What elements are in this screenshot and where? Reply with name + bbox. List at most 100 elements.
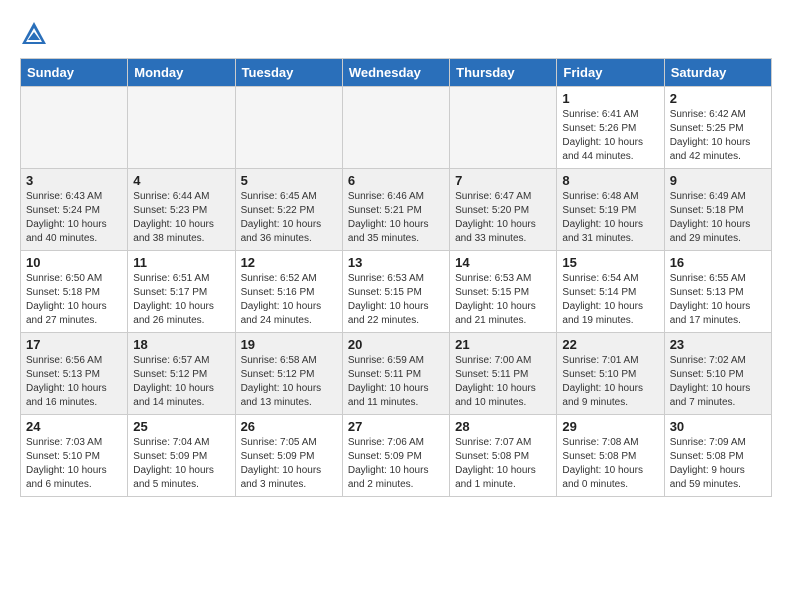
day-number: 23 [670,337,766,352]
calendar-week-row: 24 Sunrise: 7:03 AM Sunset: 5:10 PM Dayli… [21,415,772,497]
weekday-header: Monday [128,59,235,87]
day-info: Sunrise: 6:45 AM Sunset: 5:22 PM Dayligh… [241,190,337,246]
day-info: Sunrise: 7:01 AM Sunset: 5:10 PM Dayligh… [562,354,658,410]
day-number: 24 [26,419,122,434]
calendar-cell: 25 Sunrise: 7:04 AM Sunset: 5:09 PM Dayli… [128,415,235,497]
day-number: 15 [562,255,658,270]
calendar-cell: 21Sunrise: 7:00 AM Sunset: 5:11 PM Dayli… [450,333,557,415]
calendar-cell [342,87,449,169]
calendar-cell: 23 Sunrise: 7:02 AM Sunset: 5:10 PM Dayli… [664,333,771,415]
calendar-week-row: 3 Sunrise: 6:43 AM Sunset: 5:24 PM Daylig… [21,169,772,251]
day-number: 28 [455,419,551,434]
day-number: 20 [348,337,444,352]
calendar-cell: 17 Sunrise: 6:56 AM Sunset: 5:13 PM Dayli… [21,333,128,415]
day-info: Sunrise: 6:54 AM Sunset: 5:14 PM Dayligh… [562,272,658,328]
day-number: 12 [241,255,337,270]
calendar-week-row: 17 Sunrise: 6:56 AM Sunset: 5:13 PM Dayli… [21,333,772,415]
calendar-cell: 15 Sunrise: 6:54 AM Sunset: 5:14 PM Dayli… [557,251,664,333]
calendar-cell: 18Sunrise: 6:57 AM Sunset: 5:12 PM Dayli… [128,333,235,415]
calendar-cell: 16 Sunrise: 6:55 AM Sunset: 5:13 PM Dayli… [664,251,771,333]
day-info: Sunrise: 7:04 AM Sunset: 5:09 PM Dayligh… [133,436,229,492]
day-number: 29 [562,419,658,434]
day-info: Sunrise: 6:53 AM Sunset: 5:15 PM Dayligh… [348,272,444,328]
calendar-cell: 29 Sunrise: 7:08 AM Sunset: 5:08 PM Dayli… [557,415,664,497]
day-number: 13 [348,255,444,270]
logo-icon [20,20,48,48]
calendar-cell [235,87,342,169]
weekday-header: Thursday [450,59,557,87]
day-info: Sunrise: 6:47 AM Sunset: 5:20 PM Dayligh… [455,190,551,246]
day-info: Sunrise: 6:52 AM Sunset: 5:16 PM Dayligh… [241,272,337,328]
day-info: Sunrise: 6:56 AM Sunset: 5:13 PM Dayligh… [26,354,122,410]
calendar-cell: 9 Sunrise: 6:49 AM Sunset: 5:18 PM Daylig… [664,169,771,251]
day-info: Sunrise: 6:55 AM Sunset: 5:13 PM Dayligh… [670,272,766,328]
calendar: SundayMondayTuesdayWednesdayThursdayFrid… [20,58,772,497]
day-number: 9 [670,173,766,188]
day-number: 27 [348,419,444,434]
calendar-cell: 2 Sunrise: 6:42 AM Sunset: 5:25 PM Daylig… [664,87,771,169]
logo [20,20,52,48]
weekday-header: Wednesday [342,59,449,87]
day-number: 26 [241,419,337,434]
day-info: Sunrise: 6:50 AM Sunset: 5:18 PM Dayligh… [26,272,122,328]
day-number: 4 [133,173,229,188]
calendar-header-row: SundayMondayTuesdayWednesdayThursdayFrid… [21,59,772,87]
day-info: Sunrise: 6:51 AM Sunset: 5:17 PM Dayligh… [133,272,229,328]
calendar-cell: 27 Sunrise: 7:06 AM Sunset: 5:09 PM Dayli… [342,415,449,497]
calendar-week-row: 10 Sunrise: 6:50 AM Sunset: 5:18 PM Dayli… [21,251,772,333]
calendar-cell: 1 Sunrise: 6:41 AM Sunset: 5:26 PM Daylig… [557,87,664,169]
day-info: Sunrise: 6:43 AM Sunset: 5:24 PM Dayligh… [26,190,122,246]
calendar-cell: 20 Sunrise: 6:59 AM Sunset: 5:11 PM Dayli… [342,333,449,415]
day-number: 11 [133,255,229,270]
day-info: Sunrise: 6:46 AM Sunset: 5:21 PM Dayligh… [348,190,444,246]
day-number: 21 [455,337,551,352]
calendar-cell: 5Sunrise: 6:45 AM Sunset: 5:22 PM Daylig… [235,169,342,251]
day-info: Sunrise: 7:08 AM Sunset: 5:08 PM Dayligh… [562,436,658,492]
weekday-header: Tuesday [235,59,342,87]
day-number: 8 [562,173,658,188]
weekday-header: Sunday [21,59,128,87]
day-info: Sunrise: 7:06 AM Sunset: 5:09 PM Dayligh… [348,436,444,492]
day-info: Sunrise: 7:09 AM Sunset: 5:08 PM Dayligh… [670,436,766,492]
day-info: Sunrise: 6:49 AM Sunset: 5:18 PM Dayligh… [670,190,766,246]
calendar-cell: 11 Sunrise: 6:51 AM Sunset: 5:17 PM Dayli… [128,251,235,333]
day-info: Sunrise: 6:41 AM Sunset: 5:26 PM Dayligh… [562,108,658,164]
calendar-cell: 3 Sunrise: 6:43 AM Sunset: 5:24 PM Daylig… [21,169,128,251]
day-number: 3 [26,173,122,188]
calendar-cell: 28 Sunrise: 7:07 AM Sunset: 5:08 PM Dayli… [450,415,557,497]
calendar-cell [450,87,557,169]
day-number: 30 [670,419,766,434]
calendar-cell: 19Sunrise: 6:58 AM Sunset: 5:12 PM Dayli… [235,333,342,415]
calendar-cell: 30 Sunrise: 7:09 AM Sunset: 5:08 PM Dayli… [664,415,771,497]
calendar-cell: 4 Sunrise: 6:44 AM Sunset: 5:23 PM Daylig… [128,169,235,251]
weekday-header: Friday [557,59,664,87]
day-number: 14 [455,255,551,270]
calendar-cell: 12 Sunrise: 6:52 AM Sunset: 5:16 PM Dayli… [235,251,342,333]
day-number: 7 [455,173,551,188]
calendar-cell [21,87,128,169]
calendar-cell: 22Sunrise: 7:01 AM Sunset: 5:10 PM Dayli… [557,333,664,415]
day-info: Sunrise: 7:03 AM Sunset: 5:10 PM Dayligh… [26,436,122,492]
day-info: Sunrise: 6:42 AM Sunset: 5:25 PM Dayligh… [670,108,766,164]
day-info: Sunrise: 6:59 AM Sunset: 5:11 PM Dayligh… [348,354,444,410]
day-info: Sunrise: 6:44 AM Sunset: 5:23 PM Dayligh… [133,190,229,246]
header [20,20,772,48]
day-number: 17 [26,337,122,352]
calendar-cell [128,87,235,169]
day-info: Sunrise: 7:07 AM Sunset: 5:08 PM Dayligh… [455,436,551,492]
calendar-cell: 8 Sunrise: 6:48 AM Sunset: 5:19 PM Daylig… [557,169,664,251]
day-info: Sunrise: 7:05 AM Sunset: 5:09 PM Dayligh… [241,436,337,492]
day-number: 10 [26,255,122,270]
calendar-cell: 14 Sunrise: 6:53 AM Sunset: 5:15 PM Dayli… [450,251,557,333]
calendar-cell: 26 Sunrise: 7:05 AM Sunset: 5:09 PM Dayli… [235,415,342,497]
weekday-header: Saturday [664,59,771,87]
day-info: Sunrise: 6:48 AM Sunset: 5:19 PM Dayligh… [562,190,658,246]
day-info: Sunrise: 7:02 AM Sunset: 5:10 PM Dayligh… [670,354,766,410]
day-info: Sunrise: 6:53 AM Sunset: 5:15 PM Dayligh… [455,272,551,328]
day-number: 1 [562,91,658,106]
day-number: 16 [670,255,766,270]
day-info: Sunrise: 6:58 AM Sunset: 5:12 PM Dayligh… [241,354,337,410]
calendar-cell: 10 Sunrise: 6:50 AM Sunset: 5:18 PM Dayli… [21,251,128,333]
day-number: 25 [133,419,229,434]
day-number: 2 [670,91,766,106]
